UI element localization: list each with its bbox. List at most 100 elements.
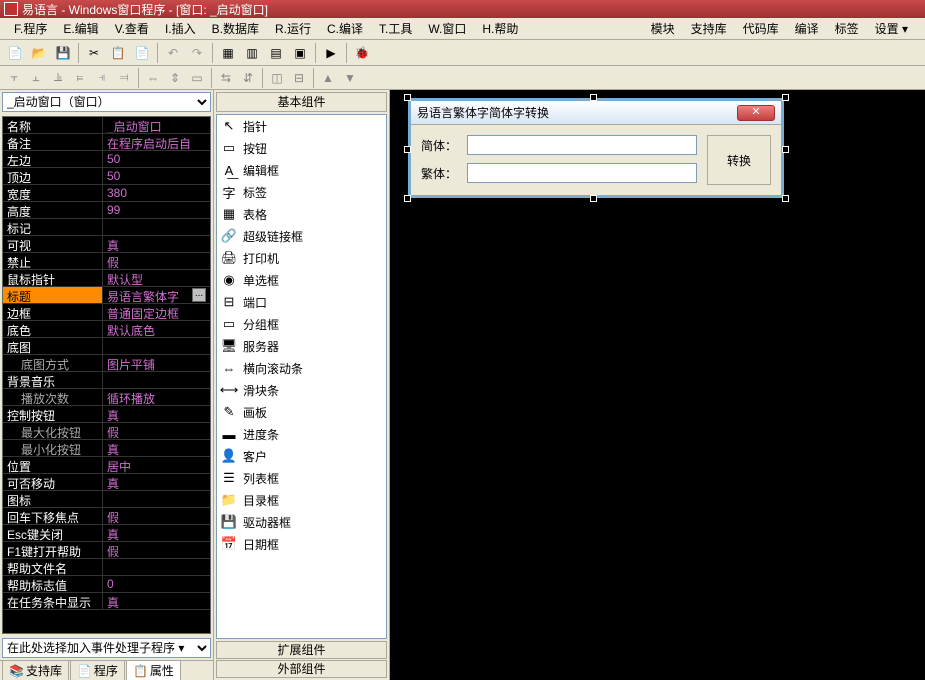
footer-external[interactable]: 外部组件: [216, 660, 387, 678]
property-row[interactable]: 底图: [3, 338, 210, 355]
property-row[interactable]: 底图方式图片平铺: [3, 355, 210, 372]
component-item[interactable]: ⇔横向滚动条: [217, 357, 386, 379]
align-left-icon[interactable]: ⫟: [4, 68, 24, 88]
handle-se[interactable]: [782, 195, 789, 202]
object-selector[interactable]: _启动窗口（窗口）: [2, 92, 211, 112]
property-row[interactable]: 回车下移焦点假: [3, 508, 210, 525]
align-bottom-icon[interactable]: ⫤: [114, 68, 134, 88]
property-row[interactable]: 顶边50: [3, 168, 210, 185]
vspace-icon[interactable]: ⇵: [238, 68, 258, 88]
menu-tools[interactable]: T.工具: [373, 18, 418, 39]
hspace-icon[interactable]: ⇆: [216, 68, 236, 88]
component-list[interactable]: ↖指针▭按钮A͟编辑框字标签▦表格🔗超级链接框🖨打印机◉单选框⊟端口▭分组框🖥服…: [216, 114, 387, 639]
rmenu-settings[interactable]: 设置 ▾: [870, 18, 913, 39]
component-item[interactable]: ▬进度条: [217, 423, 386, 445]
handle-w[interactable]: [404, 146, 411, 153]
menu-compile[interactable]: C.编译: [321, 18, 369, 39]
component-item[interactable]: 💾驱动器框: [217, 511, 386, 533]
rmenu-support[interactable]: 支持库: [686, 18, 732, 39]
cut-button[interactable]: ✂: [83, 42, 105, 64]
bring-front-icon[interactable]: ▲: [318, 68, 338, 88]
tab-program[interactable]: 📄程序: [70, 660, 125, 680]
menu-view[interactable]: V.查看: [109, 18, 155, 39]
paste-button[interactable]: 📄: [131, 42, 153, 64]
property-row[interactable]: 底色默认底色: [3, 321, 210, 338]
component-item[interactable]: ▭分组框: [217, 313, 386, 335]
center-h-icon[interactable]: ◫: [267, 68, 287, 88]
component-item[interactable]: 📅日期框: [217, 533, 386, 555]
property-row[interactable]: 背景音乐: [3, 372, 210, 389]
property-row[interactable]: 鼠标指针默认型: [3, 270, 210, 287]
component-item[interactable]: 🖥服务器: [217, 335, 386, 357]
layout4-button[interactable]: ▣: [289, 42, 311, 64]
undo-button[interactable]: ↶: [162, 42, 184, 64]
copy-button[interactable]: 📋: [107, 42, 129, 64]
run-button[interactable]: ▶: [320, 42, 342, 64]
component-item[interactable]: 🖨打印机: [217, 247, 386, 269]
handle-ne[interactable]: [782, 94, 789, 101]
property-row[interactable]: 禁止假: [3, 253, 210, 270]
property-row[interactable]: 最大化按钮假: [3, 423, 210, 440]
align-mid-icon[interactable]: ⫣: [92, 68, 112, 88]
handle-n[interactable]: [590, 94, 597, 101]
rmenu-compile[interactable]: 编译: [790, 18, 824, 39]
handle-sw[interactable]: [404, 195, 411, 202]
same-height-icon[interactable]: ⇕: [165, 68, 185, 88]
save-button[interactable]: 💾: [52, 42, 74, 64]
menu-run[interactable]: R.运行: [269, 18, 317, 39]
property-row[interactable]: 在任务条中显示真: [3, 593, 210, 610]
menu-program[interactable]: F.程序: [8, 18, 53, 39]
property-row[interactable]: 图标: [3, 491, 210, 508]
component-item[interactable]: 字标签: [217, 181, 386, 203]
property-grid[interactable]: 名称_启动窗口备注在程序启动后自左边50顶边50宽度380高度99标记可视真禁止…: [2, 116, 211, 634]
form-titlebar[interactable]: 易语言繁体字简体字转换 ✕: [411, 101, 781, 125]
design-surface[interactable]: 易语言繁体字简体字转换 ✕ 简体： 繁体： 转换: [390, 90, 925, 680]
input-simplified[interactable]: [467, 135, 697, 155]
property-row[interactable]: 可视真: [3, 236, 210, 253]
property-row[interactable]: 高度99: [3, 202, 210, 219]
new-button[interactable]: 📄: [4, 42, 26, 64]
property-row[interactable]: 播放次数循环播放: [3, 389, 210, 406]
menu-help[interactable]: H.帮助: [476, 18, 524, 39]
footer-ext[interactable]: 扩展组件: [216, 641, 387, 659]
property-row[interactable]: 帮助文件名: [3, 559, 210, 576]
property-row[interactable]: 标题易语言繁体字...: [3, 287, 210, 304]
property-row[interactable]: F1键打开帮助假: [3, 542, 210, 559]
component-item[interactable]: ✎画板: [217, 401, 386, 423]
handle-nw[interactable]: [404, 94, 411, 101]
menu-edit[interactable]: E.编辑: [57, 18, 104, 39]
menu-window[interactable]: W.窗口: [422, 18, 472, 39]
redo-button[interactable]: ↷: [186, 42, 208, 64]
menu-insert[interactable]: I.插入: [159, 18, 202, 39]
tab-support-lib[interactable]: 📚支持库: [2, 660, 69, 680]
property-row[interactable]: Esc键关闭真: [3, 525, 210, 542]
property-row[interactable]: 边框普通固定边框: [3, 304, 210, 321]
component-item[interactable]: ⟷滑块条: [217, 379, 386, 401]
menu-database[interactable]: B.数据库: [206, 18, 265, 39]
property-row[interactable]: 最小化按钮真: [3, 440, 210, 457]
component-item[interactable]: 🔗超级链接框: [217, 225, 386, 247]
property-row[interactable]: 控制按钮真: [3, 406, 210, 423]
handle-s[interactable]: [590, 195, 597, 202]
component-header[interactable]: 基本组件: [216, 92, 387, 112]
layout3-button[interactable]: ▤: [265, 42, 287, 64]
component-item[interactable]: ▦表格: [217, 203, 386, 225]
debug-button[interactable]: 🐞: [351, 42, 373, 64]
layout1-button[interactable]: ▦: [217, 42, 239, 64]
component-item[interactable]: 📁目录框: [217, 489, 386, 511]
center-v-icon[interactable]: ⊟: [289, 68, 309, 88]
event-selector[interactable]: 在此处选择加入事件处理子程序 ▾: [2, 638, 211, 658]
handle-e[interactable]: [782, 146, 789, 153]
align-right-icon[interactable]: ⫡: [48, 68, 68, 88]
rmenu-codelib[interactable]: 代码库: [738, 18, 784, 39]
input-traditional[interactable]: [467, 163, 697, 183]
close-icon[interactable]: ✕: [737, 105, 775, 121]
component-item[interactable]: ⊟端口: [217, 291, 386, 313]
component-item[interactable]: ↖指针: [217, 115, 386, 137]
send-back-icon[interactable]: ▼: [340, 68, 360, 88]
component-item[interactable]: ▭按钮: [217, 137, 386, 159]
property-row[interactable]: 左边50: [3, 151, 210, 168]
property-row[interactable]: 标记: [3, 219, 210, 236]
convert-button[interactable]: 转换: [707, 135, 771, 185]
layout2-button[interactable]: ▥: [241, 42, 263, 64]
